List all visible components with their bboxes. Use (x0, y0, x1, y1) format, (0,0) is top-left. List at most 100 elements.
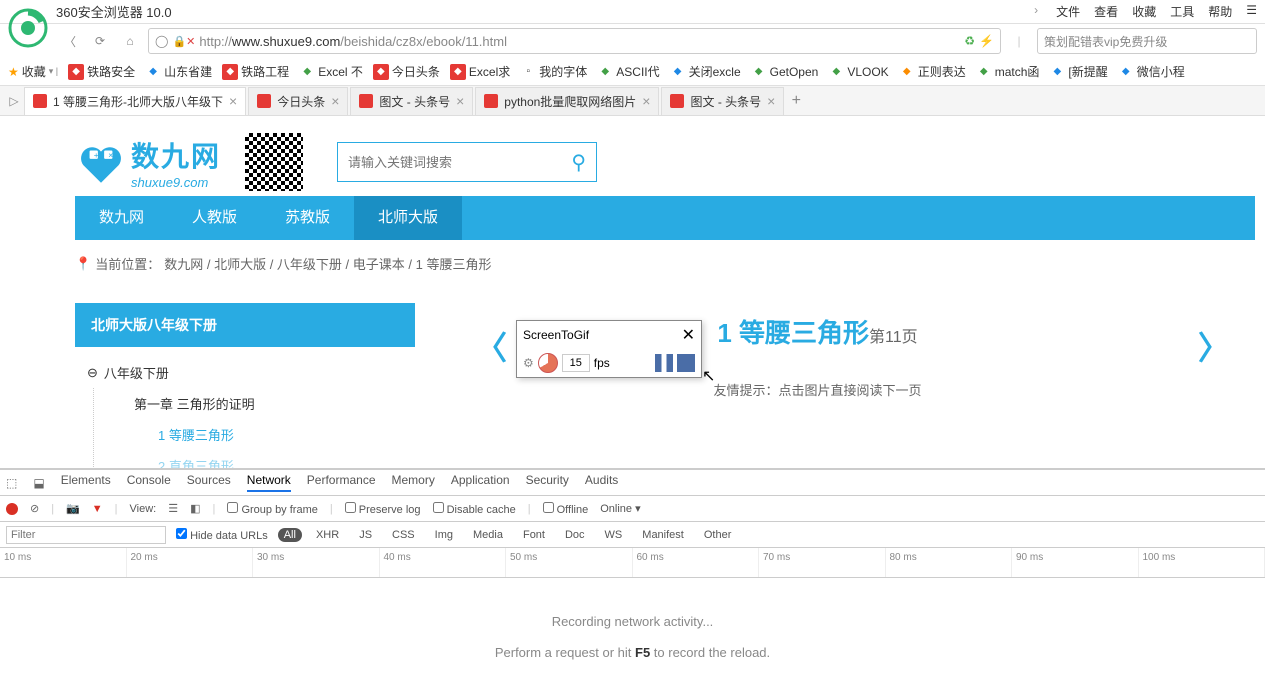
menu-help[interactable]: 帮助 (1208, 3, 1232, 20)
bookmark-item[interactable]: ◆正则表达 (899, 63, 966, 80)
disable-cache-checkbox[interactable]: Disable cache (433, 502, 516, 516)
bookmark-item[interactable]: ◆ASCII代 (597, 63, 659, 80)
browser-tab[interactable]: 图文 - 头条号× (661, 87, 784, 115)
bookmark-item[interactable]: ◆关闭excle (670, 63, 741, 80)
nav-item[interactable]: 北师大版 (354, 196, 462, 240)
close-tab-icon[interactable]: × (642, 93, 650, 109)
menu-view[interactable]: 查看 (1094, 3, 1118, 20)
search-input[interactable] (348, 155, 571, 170)
filter-type-pill[interactable]: All (278, 528, 302, 542)
browser-tab[interactable]: 今日头条× (248, 87, 348, 115)
filter-type-pill[interactable]: CSS (386, 528, 421, 542)
home-button[interactable]: ⌂ (118, 29, 142, 53)
inspect-icon[interactable]: ⬚ (6, 476, 17, 490)
breadcrumb-link[interactable]: 北师大版 (214, 257, 266, 272)
filter-type-pill[interactable]: Img (429, 528, 459, 542)
clear-icon[interactable]: ⊘ (30, 502, 39, 515)
filter-input[interactable] (6, 526, 166, 544)
search-icon[interactable]: ⚲ (571, 150, 586, 175)
record-button[interactable] (6, 503, 18, 515)
breadcrumb-link[interactable]: 1 等腰三角形 (416, 257, 492, 272)
group-by-frame-checkbox[interactable]: Group by frame (227, 502, 317, 516)
next-page-arrow[interactable]: 〉 (1198, 323, 1230, 369)
pause-button[interactable] (655, 354, 673, 372)
devtools-panel-tab[interactable]: Application (451, 473, 510, 492)
filter-type-pill[interactable]: Font (517, 528, 551, 542)
devtools-panel-tab[interactable]: Elements (61, 473, 111, 492)
bookmark-item[interactable]: ◆山东省建 (145, 63, 212, 80)
tab-scroll-left[interactable]: ▷ (4, 94, 24, 108)
bookmark-item[interactable]: ◆今日头条 (373, 63, 440, 80)
favorites-button[interactable]: ★ 收藏 ▾ | (8, 63, 58, 80)
menu-favorites[interactable]: 收藏 (1132, 3, 1156, 20)
url-box[interactable]: ◯ 🔒✕ http://www.shuxue9.com/beishida/cz8… (148, 28, 1001, 54)
filter-type-pill[interactable]: XHR (310, 528, 345, 542)
close-tab-icon[interactable]: × (456, 93, 464, 109)
breadcrumb-link[interactable]: 电子课本 (353, 257, 405, 272)
stop-button[interactable] (677, 354, 695, 372)
devtools-panel-tab[interactable]: Console (127, 473, 171, 492)
view-list-icon[interactable]: ☰ (168, 502, 178, 515)
menu-file[interactable]: 文件 (1056, 3, 1080, 20)
hide-data-urls-checkbox[interactable]: Hide data URLs (176, 528, 268, 542)
timeline-ruler[interactable]: 10 ms20 ms30 ms40 ms50 ms60 ms70 ms80 ms… (0, 548, 1265, 578)
bookmark-item[interactable]: ◆铁路工程 (222, 63, 289, 80)
throttle-select[interactable]: Online ▾ (600, 502, 640, 515)
gear-icon[interactable]: ⚙ (523, 356, 534, 370)
view-frame-icon[interactable]: ◧ (190, 502, 200, 515)
filter-icon[interactable]: ▼ (92, 503, 103, 515)
devtools-panel-tab[interactable]: Sources (187, 473, 231, 492)
flash-icon[interactable]: ⚡ (979, 34, 994, 48)
filter-type-pill[interactable]: WS (599, 528, 629, 542)
reload-button[interactable]: ⟳ (88, 29, 112, 53)
browser-tab[interactable]: python批量爬取网络图片× (475, 87, 659, 115)
tree-chapter[interactable]: 第一章 三角形的证明 (94, 388, 415, 419)
breadcrumb-link[interactable]: 八年级下册 (277, 257, 342, 272)
nav-item[interactable]: 苏教版 (261, 196, 354, 240)
browser-tab[interactable]: 图文 - 头条号× (350, 87, 473, 115)
menu-tools[interactable]: 工具 (1170, 3, 1194, 20)
tree-root[interactable]: ⊖八年级下册 (75, 357, 415, 388)
chevron-icon[interactable]: › (1034, 3, 1038, 20)
browser-tab[interactable]: 1 等腰三角形-北师大版八年级下× (24, 87, 246, 115)
url-text[interactable]: http://www.shuxue9.com/beishida/cz8x/ebo… (199, 34, 960, 49)
bookmark-item[interactable]: ◆match函 (976, 63, 1040, 80)
search-hint-box[interactable]: 策划配错表vip免费升级 (1037, 28, 1257, 54)
filter-type-pill[interactable]: Manifest (636, 528, 690, 542)
new-tab-button[interactable]: + (786, 92, 806, 110)
bookmark-item[interactable]: ◆Excel求 (450, 63, 510, 80)
bookmark-item[interactable]: ◆VLOOK (828, 63, 888, 80)
filter-type-pill[interactable]: JS (353, 528, 378, 542)
nav-item[interactable]: 人教版 (168, 196, 261, 240)
bookmark-item[interactable]: ▫我的字体 (520, 63, 587, 80)
prev-page-arrow[interactable]: 〈 (475, 323, 507, 369)
devtools-panel-tab[interactable]: Audits (585, 473, 618, 492)
tree-item-2[interactable]: 2 直角三角形 (94, 450, 415, 468)
bookmark-item[interactable]: ◆Excel 不 (299, 63, 363, 80)
nav-item[interactable]: 数九网 (75, 196, 168, 240)
camera-icon[interactable]: 📷 (66, 502, 80, 515)
menu-overflow-icon[interactable]: ☰ (1246, 3, 1257, 20)
bookmark-item[interactable]: ◆微信小程 (1118, 63, 1185, 80)
bookmark-item[interactable]: ◆[新提醒 (1049, 63, 1107, 80)
bookmark-item[interactable]: ◆GetOpen (751, 63, 819, 80)
filter-type-pill[interactable]: Doc (559, 528, 591, 542)
back-button[interactable]: 〈 (58, 29, 82, 53)
devtools-panel-tab[interactable]: Security (526, 473, 569, 492)
fps-input[interactable] (562, 354, 590, 372)
recycle-icon[interactable]: ♻ (964, 34, 975, 48)
filter-type-pill[interactable]: Media (467, 528, 509, 542)
device-icon[interactable]: ⬓ (33, 476, 44, 490)
screentogif-window[interactable]: ScreenToGif ✕ ⚙ fps (516, 320, 702, 378)
devtools-panel-tab[interactable]: Performance (307, 473, 376, 492)
breadcrumb-link[interactable]: 数九网 (164, 257, 203, 272)
offline-checkbox[interactable]: Offline (543, 502, 589, 516)
close-tab-icon[interactable]: × (767, 93, 775, 109)
close-tab-icon[interactable]: × (331, 93, 339, 109)
tree-item-1[interactable]: 1 等腰三角形 (94, 419, 415, 450)
devtools-panel-tab[interactable]: Network (247, 473, 291, 492)
preserve-log-checkbox[interactable]: Preserve log (345, 502, 421, 516)
close-tab-icon[interactable]: × (229, 93, 237, 109)
site-logo[interactable]: +× 数九网 shuxue9.com (75, 135, 221, 190)
close-icon[interactable]: ✕ (682, 325, 695, 345)
